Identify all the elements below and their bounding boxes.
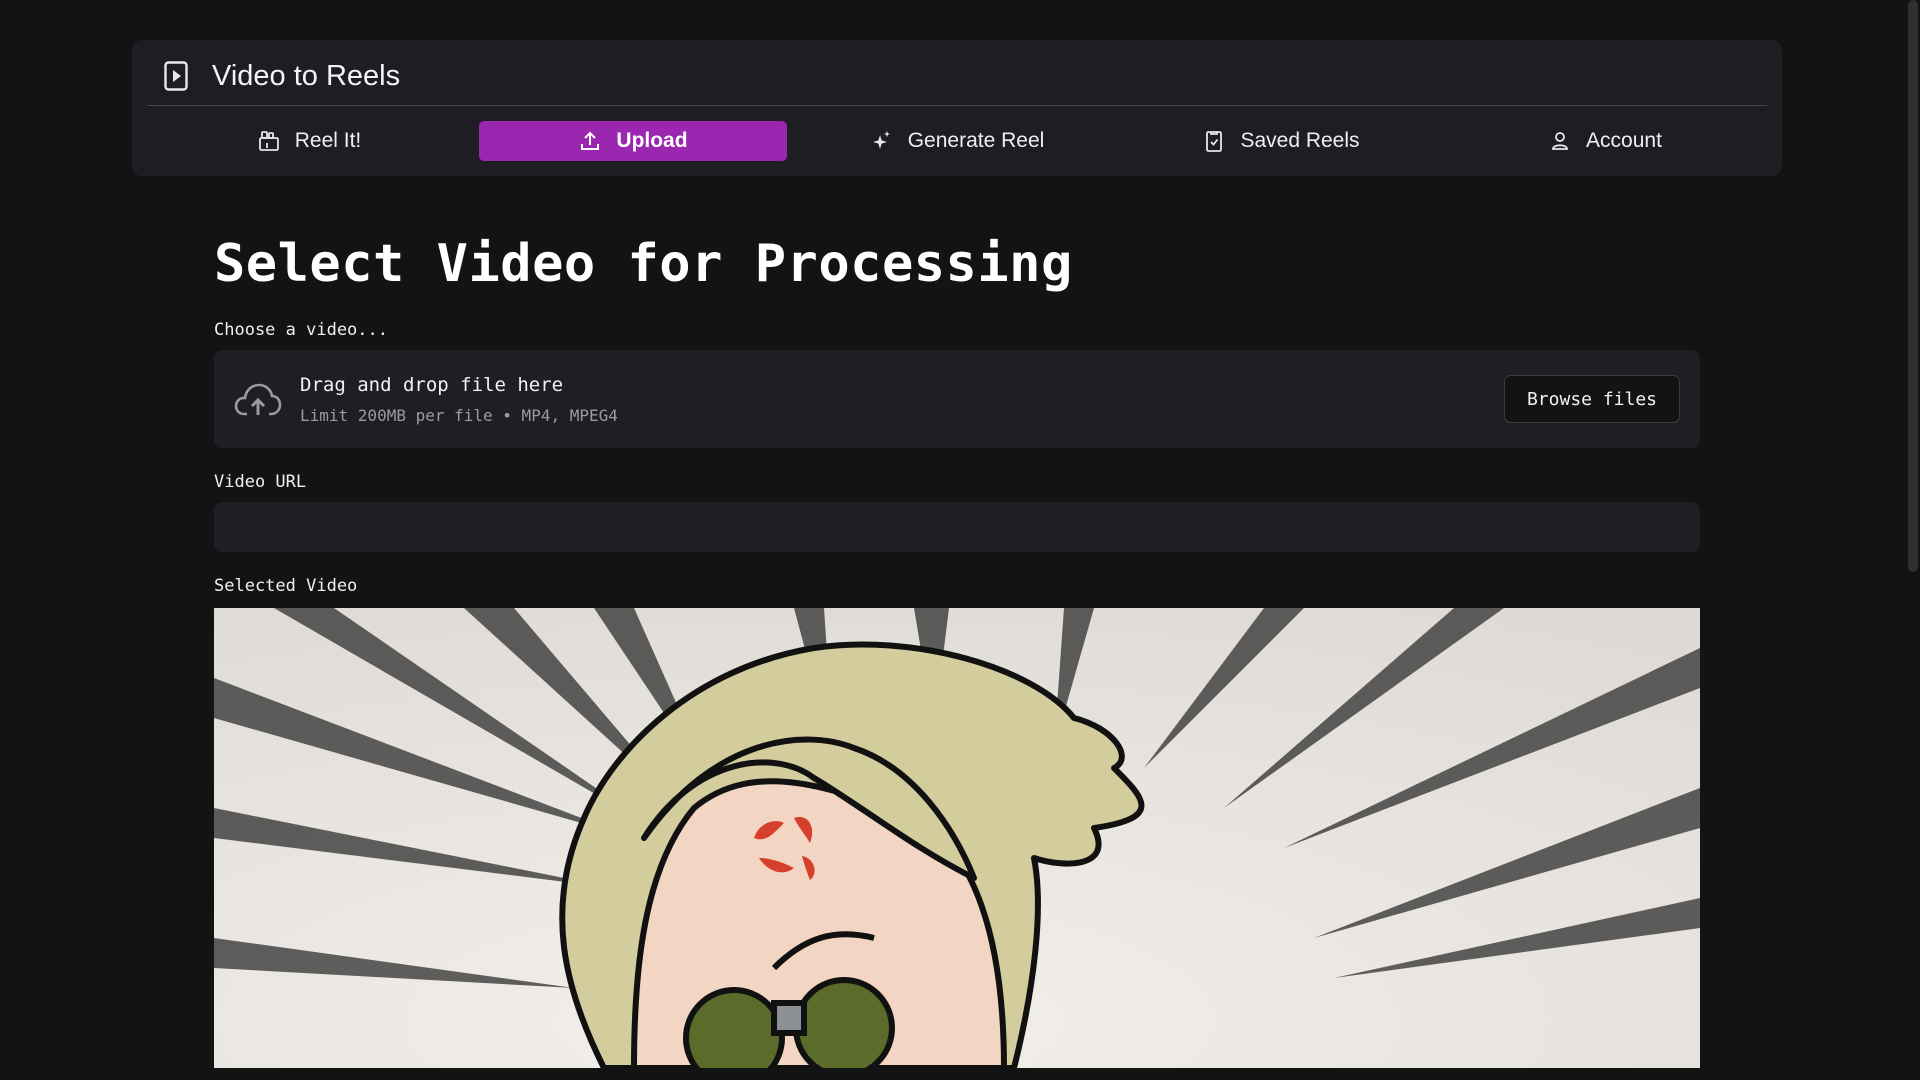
nav-item-generate-reel[interactable]: Generate Reel	[803, 121, 1111, 161]
browse-files-button[interactable]: Browse files	[1504, 375, 1680, 423]
header-divider	[147, 105, 1767, 106]
main-content: Select Video for Processing Choose a vid…	[214, 224, 1700, 1068]
file-dropzone[interactable]: Drag and drop file here Limit 200MB per …	[214, 350, 1700, 448]
brand: Video to Reels	[164, 55, 400, 97]
nav-item-account[interactable]: Account	[1451, 121, 1759, 161]
camera-icon	[257, 129, 281, 153]
nav-label: Account	[1586, 129, 1662, 152]
upload-icon	[578, 129, 602, 153]
play-square-icon	[164, 61, 188, 91]
nav-bar: Reel It! Upload Generate Reel Saved Reel…	[147, 121, 1767, 161]
scrollbar-track	[1906, 0, 1920, 1080]
nav-label: Saved Reels	[1240, 129, 1360, 152]
video-url-input[interactable]	[214, 502, 1700, 552]
nav-label: Upload	[616, 129, 688, 152]
drop-limit-text: Limit 200MB per file • MP4, MPEG4	[300, 406, 618, 425]
nav-item-upload[interactable]: Upload	[479, 121, 787, 161]
uploader-label: Choose a video...	[214, 320, 388, 340]
scrollbar-thumb[interactable]	[1908, 0, 1918, 572]
selected-video-label: Selected Video	[214, 576, 358, 596]
page: Video to Reels Reel It! Upload Generate …	[0, 0, 1920, 1080]
page-title: Select Video for Processing	[214, 234, 1073, 294]
clipboard-check-icon	[1202, 129, 1226, 153]
nav-label: Reel It!	[294, 129, 362, 152]
video-thumbnail-image	[214, 608, 1700, 1068]
nav-item-saved-reels[interactable]: Saved Reels	[1127, 121, 1435, 161]
nav-label: Generate Reel	[907, 129, 1045, 152]
video-preview[interactable]	[214, 608, 1700, 1068]
video-url-label: Video URL	[214, 472, 307, 492]
app-header: Video to Reels Reel It! Upload Generate …	[132, 40, 1782, 176]
app-title: Video to Reels	[212, 59, 401, 92]
drop-title: Drag and drop file here	[300, 374, 564, 396]
nav-item-reel-it[interactable]: Reel It!	[155, 121, 463, 161]
user-icon	[1548, 129, 1572, 153]
cloud-upload-icon	[234, 382, 282, 418]
sparkles-icon	[870, 129, 894, 153]
